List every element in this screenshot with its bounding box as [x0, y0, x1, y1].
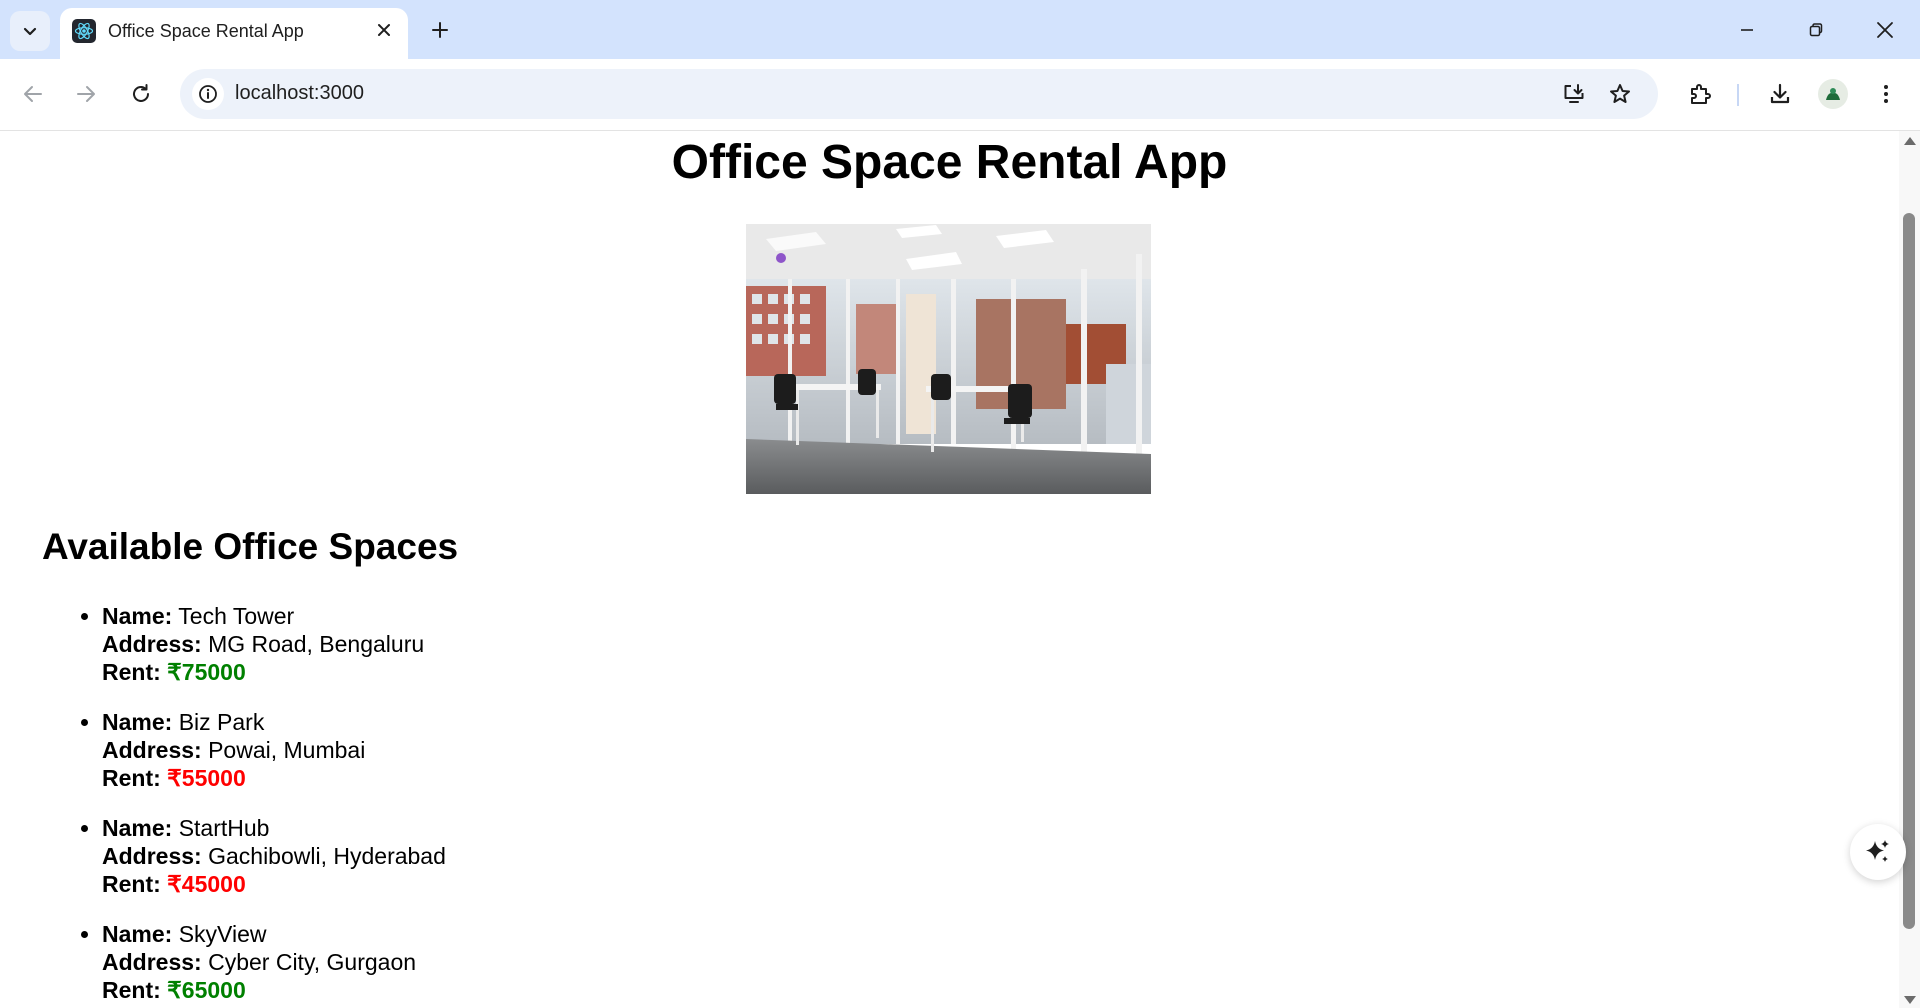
browser-toolbar: localhost:3000	[0, 59, 1920, 131]
rent-label: Rent:	[102, 871, 161, 897]
scroll-up-arrow[interactable]	[1904, 137, 1916, 145]
space-rent: ₹65000	[167, 977, 246, 1003]
page-scrollbar[interactable]	[1899, 131, 1920, 1008]
page-content: Office Space Rental App Available Office…	[0, 131, 1899, 1008]
restore-icon	[1809, 23, 1823, 37]
browser-tab[interactable]: Office Space Rental App	[60, 8, 408, 59]
page-title: Office Space Rental App	[671, 136, 1228, 189]
space-rent: ₹75000	[167, 659, 246, 685]
rent-row: Rent: ₹65000	[102, 976, 446, 1004]
close-icon	[1877, 22, 1893, 38]
react-icon	[72, 19, 96, 43]
list-item: Name: Biz Park Address: Powai, Mumbai Re…	[81, 708, 446, 792]
name-row: Name: Tech Tower	[102, 602, 446, 630]
star-icon	[1610, 84, 1630, 103]
address-label: Address:	[102, 843, 202, 869]
minimize-icon	[1741, 29, 1753, 31]
new-tab-button[interactable]	[422, 12, 458, 48]
kebab-menu-icon	[1884, 85, 1888, 103]
address-label: Address:	[102, 631, 202, 657]
name-label: Name:	[102, 921, 173, 947]
rent-row: Rent: ₹45000	[102, 870, 446, 898]
back-button[interactable]	[13, 74, 53, 114]
site-info-button[interactable]	[192, 78, 224, 110]
space-address: MG Road, Bengaluru	[208, 631, 425, 657]
list-item: Name: Tech Tower Address: MG Road, Benga…	[81, 602, 446, 686]
extensions-button[interactable]	[1680, 74, 1720, 114]
info-icon	[199, 85, 217, 103]
close-tab-button[interactable]	[370, 16, 398, 44]
space-name: Biz Park	[178, 709, 265, 735]
section-title: Available Office Spaces	[42, 526, 459, 567]
minimize-button[interactable]	[1725, 8, 1769, 52]
rent-row: Rent: ₹55000	[102, 764, 446, 792]
name-label: Name:	[102, 815, 173, 841]
address-row: Address: Cyber City, Gurgaon	[102, 948, 446, 976]
office-image	[746, 224, 1151, 494]
rent-label: Rent:	[102, 977, 161, 1003]
rent-label: Rent:	[102, 765, 161, 791]
rent-label: Rent:	[102, 659, 161, 685]
address-row: Address: MG Road, Bengaluru	[102, 630, 446, 658]
forward-arrow-icon	[77, 86, 95, 102]
plus-icon	[432, 22, 448, 38]
ai-assistant-button[interactable]	[1850, 824, 1906, 880]
toolbar-separator	[1737, 84, 1739, 106]
space-rent: ₹55000	[167, 765, 246, 791]
name-row: Name: Biz Park	[102, 708, 446, 736]
space-name: StartHub	[178, 815, 270, 841]
tab-title: Office Space Rental App	[108, 21, 304, 41]
avatar-icon	[1826, 88, 1840, 100]
bullet	[81, 931, 88, 938]
address-label: Address:	[102, 737, 202, 763]
sparkle-icon	[1866, 840, 1889, 862]
space-address: Cyber City, Gurgaon	[208, 949, 417, 975]
scroll-down-arrow[interactable]	[1904, 996, 1916, 1004]
close-icon	[378, 24, 390, 36]
downloads-button[interactable]	[1760, 74, 1800, 114]
restore-button[interactable]	[1794, 8, 1838, 52]
tab-search-button[interactable]	[10, 11, 50, 51]
space-name: Tech Tower	[178, 603, 295, 629]
scroll-thumb[interactable]	[1903, 213, 1915, 929]
install-app-icon	[1564, 84, 1584, 103]
bullet	[81, 613, 88, 620]
name-label: Name:	[102, 709, 173, 735]
space-name: SkyView	[178, 921, 267, 947]
address-row: Address: Gachibowli, Hyderabad	[102, 842, 446, 870]
name-row: Name: StartHub	[102, 814, 446, 842]
address-label: Address:	[102, 949, 202, 975]
reload-icon	[133, 84, 149, 102]
puzzle-icon	[1691, 84, 1711, 104]
rent-row: Rent: ₹75000	[102, 658, 446, 686]
address-row: Address: Powai, Mumbai	[102, 736, 446, 764]
chevron-down-icon	[23, 27, 37, 36]
name-label: Name:	[102, 603, 173, 629]
close-window-button[interactable]	[1863, 8, 1907, 52]
back-arrow-icon	[24, 86, 42, 102]
list-item: Name: StartHub Address: Gachibowli, Hyde…	[81, 814, 446, 898]
url-text[interactable]: localhost:3000	[235, 82, 364, 105]
address-bar[interactable]: localhost:3000	[180, 69, 1658, 119]
bullet	[81, 719, 88, 726]
list-item: Name: SkyView Address: Cyber City, Gurga…	[81, 920, 446, 1004]
bullet	[81, 825, 88, 832]
space-address: Gachibowli, Hyderabad	[208, 843, 446, 869]
forward-button[interactable]	[66, 74, 106, 114]
browser-menu-button[interactable]	[1866, 74, 1906, 114]
name-row: Name: SkyView	[102, 920, 446, 948]
install-app-button[interactable]	[1558, 78, 1590, 110]
bookmark-button[interactable]	[1604, 78, 1636, 110]
office-space-list: Name: Tech Tower Address: MG Road, Benga…	[81, 602, 446, 1008]
download-icon	[1770, 83, 1790, 104]
space-address: Powai, Mumbai	[208, 737, 366, 763]
reload-button[interactable]	[121, 74, 161, 114]
space-rent: ₹45000	[167, 871, 246, 897]
profile-avatar[interactable]	[1818, 79, 1848, 109]
tab-strip: Office Space Rental App	[0, 0, 1920, 59]
